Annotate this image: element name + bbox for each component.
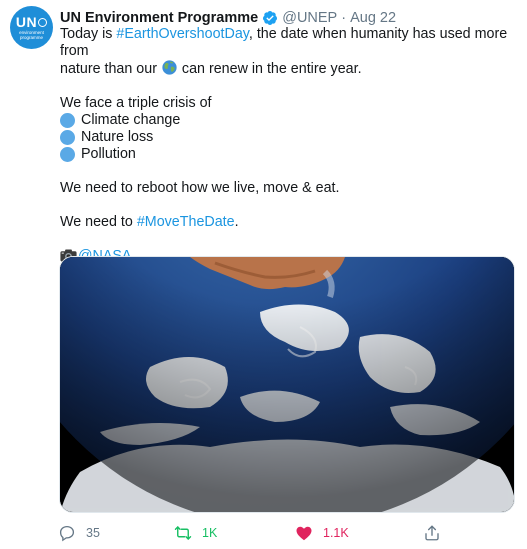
crisis-intro: We face a triple crisis of xyxy=(60,95,212,111)
text-line-2-prefix: nature than our xyxy=(60,61,161,77)
reply-icon xyxy=(59,525,75,542)
text-line-2: nature than our can renew in the entire … xyxy=(60,60,520,78)
retweet-button[interactable]: 1K xyxy=(174,522,217,544)
tweet-header: UN Environment Programme @UNEP · Aug 22 xyxy=(60,8,396,28)
earth-photo xyxy=(60,257,514,512)
tweet-media-earth-photo[interactable] xyxy=(59,256,515,513)
move-prefix: We need to xyxy=(60,214,137,230)
heart-icon xyxy=(296,526,312,541)
hashtag-earth-overshoot-day[interactable]: #EarthOvershootDay xyxy=(116,26,248,42)
reply-button[interactable]: 35 xyxy=(58,522,100,544)
author-handle[interactable]: @UNEP xyxy=(282,10,337,26)
crisis-item: Nature loss xyxy=(60,129,520,146)
share-button[interactable] xyxy=(423,522,451,544)
crisis-label: Pollution xyxy=(81,146,136,162)
tweet-date[interactable]: Aug 22 xyxy=(350,10,396,26)
verified-badge-icon xyxy=(263,11,278,25)
blue-circle-icon xyxy=(60,130,75,145)
hashtag-move-the-date[interactable]: #MoveTheDate xyxy=(137,214,235,230)
share-icon xyxy=(425,525,439,541)
reply-count: 35 xyxy=(86,526,100,540)
retweet-icon xyxy=(174,526,192,540)
blue-circle-icon xyxy=(60,147,75,162)
retweet-count: 1K xyxy=(202,526,218,540)
text-line-1-prefix: Today is xyxy=(60,26,117,42)
earth-globe-emoji-icon xyxy=(162,60,177,75)
crisis-label: Climate change xyxy=(81,112,181,128)
move-suffix: . xyxy=(234,214,239,230)
crisis-label: Nature loss xyxy=(81,129,154,145)
avatar-subtext-line2: programme xyxy=(19,35,43,40)
author-avatar[interactable]: UN environment programme xyxy=(10,6,53,49)
crisis-item: Pollution xyxy=(60,146,520,163)
crisis-item: Climate change xyxy=(60,112,520,129)
separator-dot: · xyxy=(341,10,347,26)
un-globe-icon xyxy=(38,17,48,27)
blue-circle-icon xyxy=(60,113,75,128)
like-button[interactable]: 1.1K xyxy=(295,522,349,544)
text-line-1: Today is #EarthOvershootDay, the date wh… xyxy=(60,26,520,60)
reboot-text: We need to reboot how we live, move & ea… xyxy=(60,180,340,196)
tweet-actions: 35 1K 1.1K xyxy=(58,522,448,544)
move-line: We need to #MoveTheDate. xyxy=(60,214,520,231)
avatar-subtext: environment programme xyxy=(19,30,44,40)
author-name[interactable]: UN Environment Programme xyxy=(60,10,258,26)
un-logo-text: UN xyxy=(15,14,38,30)
un-logo: UN xyxy=(15,14,48,30)
like-count: 1.1K xyxy=(323,526,349,540)
tweet-text: Today is #EarthOvershootDay, the date wh… xyxy=(60,26,520,265)
text-line-2-suffix: can renew in the entire year. xyxy=(177,61,362,77)
